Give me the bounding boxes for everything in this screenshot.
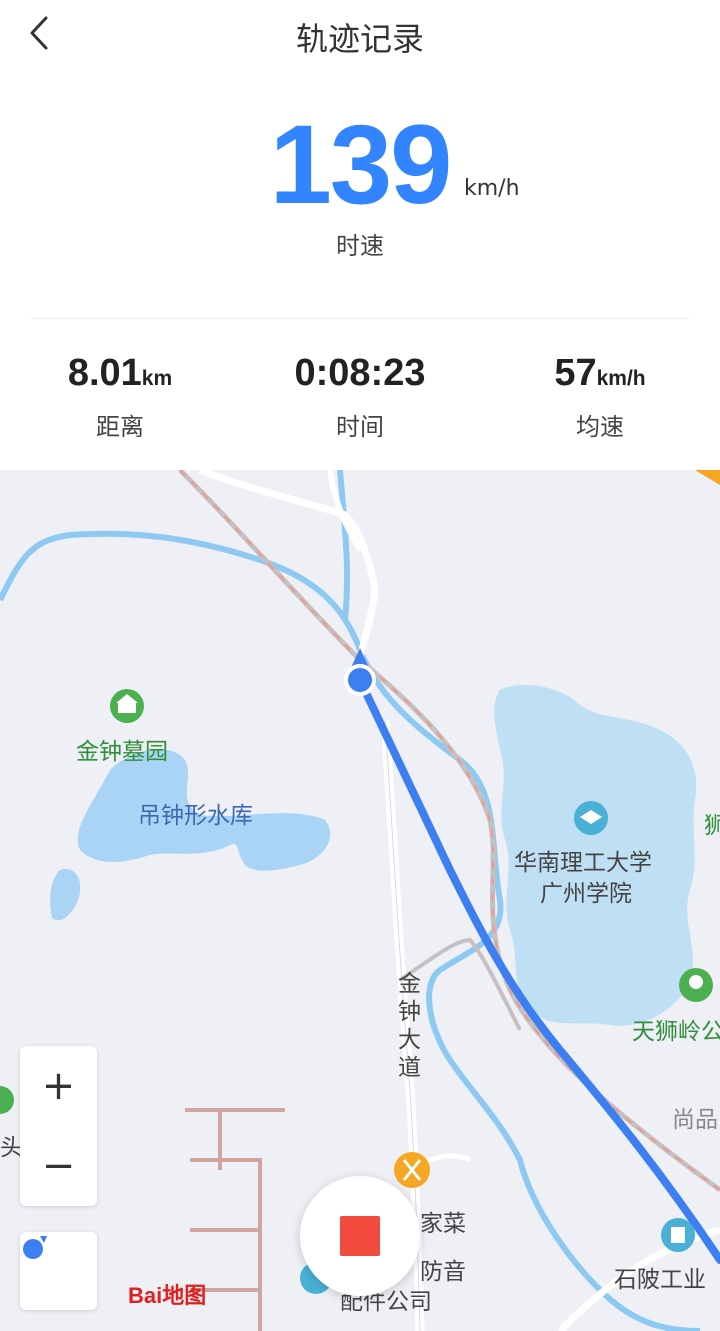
- river-2: [337, 470, 351, 621]
- page-title: 轨迹记录: [295, 20, 424, 58]
- zoom-out-button[interactable]: −: [20, 1126, 97, 1206]
- restaurant-poi-icon: [394, 1152, 430, 1188]
- orange-marker-corner: [695, 470, 720, 485]
- label-university-2: 广州学院: [540, 881, 632, 907]
- locate-icon: [23, 1236, 47, 1259]
- distance-unit: km: [141, 367, 173, 390]
- park-poi-icon-left: [0, 1086, 14, 1114]
- zoom-controls: + −: [20, 1046, 97, 1206]
- label-shiling: 石陂工业: [614, 1267, 706, 1293]
- speed-value: 139: [269, 102, 453, 227]
- locate-button[interactable]: [20, 1232, 97, 1310]
- stat-time: 0:08:23 时间: [240, 352, 480, 442]
- divider: [30, 318, 690, 319]
- avg-speed-label: 均速: [576, 413, 624, 441]
- label-jinzhong-cemetery: 金钟墓园: [76, 739, 168, 765]
- avg-speed-value: 57: [554, 352, 597, 394]
- baidu-map-logo: Bai地图: [128, 1283, 207, 1308]
- label-tianshiling: 天狮岭公: [632, 1019, 720, 1045]
- park-poi-icon: [679, 968, 713, 1002]
- stat-avg-speed: 57km/h 均速: [480, 352, 720, 442]
- zoom-in-button[interactable]: +: [20, 1046, 97, 1126]
- stop-icon: [340, 1216, 380, 1256]
- label-reservoir: 吊钟形水库: [138, 803, 253, 829]
- cemetery-poi-icon: [110, 689, 144, 723]
- header: 轨迹记录: [0, 0, 720, 70]
- current-location-marker: [344, 664, 376, 696]
- speed-readout: 139 km/h: [0, 100, 720, 229]
- reservoir-arm: [50, 869, 81, 921]
- label-shangpin: 尚品: [672, 1107, 718, 1133]
- stop-recording-button[interactable]: [300, 1176, 420, 1296]
- label-jiacai: 家菜: [420, 1211, 466, 1237]
- time-value: 0:08:23: [294, 352, 426, 394]
- label-edge-right: 狮: [704, 813, 720, 839]
- stat-distance: 8.01km 距离: [0, 352, 240, 442]
- label-university-1: 华南理工大学: [514, 850, 652, 876]
- time-label: 时间: [336, 413, 384, 441]
- map-view[interactable]: 金钟墓园 吊钟形水库 华南理工大学 广州学院 金钟大道 天狮岭公 尚品 石陂工业…: [0, 470, 720, 1331]
- label-fangyin-1: 防音: [420, 1259, 466, 1285]
- university-poi-icon: [574, 801, 608, 835]
- speed-unit: km/h: [464, 176, 520, 201]
- industrial-poi-icon: [661, 1218, 695, 1252]
- avg-speed-unit: km/h: [596, 367, 646, 390]
- distance-value: 8.01: [67, 352, 142, 394]
- label-jinzhong-road: 金钟大道: [398, 971, 421, 1081]
- distance-label: 距离: [96, 413, 144, 441]
- speed-label: 时速: [336, 232, 384, 260]
